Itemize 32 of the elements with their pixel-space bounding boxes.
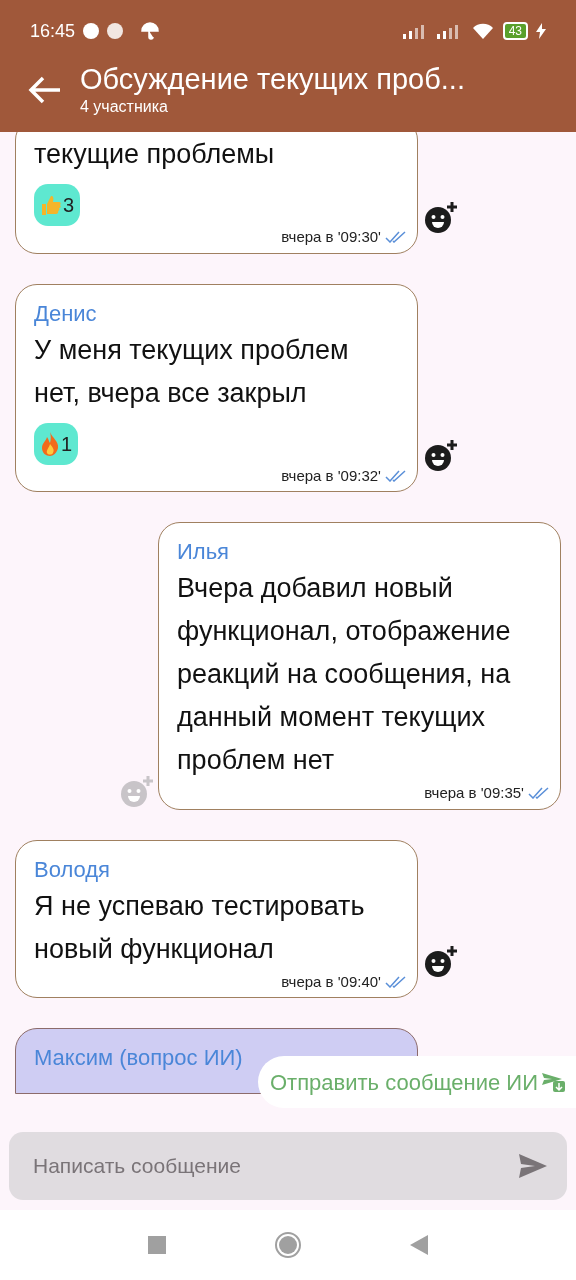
- message-text: Я не успеваю тестировать новый функционал: [34, 889, 366, 966]
- reaction-chip[interactable]: 1: [34, 422, 79, 465]
- charging-icon: [536, 23, 546, 39]
- back-icon[interactable]: [410, 1235, 428, 1255]
- send-ai-icon: [542, 1071, 566, 1093]
- home-icon[interactable]: [274, 1231, 302, 1259]
- message-time: вчера в '09:32': [281, 465, 381, 486]
- send-icon[interactable]: [519, 1154, 547, 1178]
- message-time: вчера в '09:35': [424, 783, 524, 803]
- add-reaction-icon[interactable]: [424, 201, 458, 234]
- battery-indicator: 43: [502, 22, 528, 40]
- wifi-icon: [470, 22, 495, 40]
- message-input[interactable]: Написать сообщение: [9, 1132, 567, 1200]
- status-time: 16:45: [30, 19, 76, 43]
- thumbs-up-icon: [40, 194, 62, 216]
- reaction-chip[interactable]: 3: [34, 184, 81, 226]
- chat-title: Обсуждение текущих проб...: [80, 62, 465, 96]
- message-time: вчера в '09:30': [281, 227, 381, 247]
- umbrella-icon: [141, 22, 160, 40]
- message-text: текущие проблемы: [34, 138, 276, 171]
- participant-count: 4 участника: [80, 97, 169, 117]
- back-arrow-icon[interactable]: [28, 75, 62, 105]
- sender-name: Володя: [34, 855, 110, 884]
- sender-name: Максим (вопрос ИИ): [34, 1044, 244, 1072]
- message-text: Вчера добавил новый функционал, отображение реакций на сообщения, на данный момент текущих проблем нет: [177, 572, 512, 777]
- message-text: У меня текущих проблем нет, вчера все закрыл: [34, 333, 350, 410]
- add-reaction-icon[interactable]: [424, 440, 458, 472]
- message-time: вчера в '09:40': [281, 971, 381, 992]
- sender-name: Денис: [34, 299, 97, 328]
- add-reaction-icon[interactable]: [424, 946, 458, 978]
- sender-name: Илья: [177, 538, 230, 566]
- flame-icon: [40, 431, 60, 456]
